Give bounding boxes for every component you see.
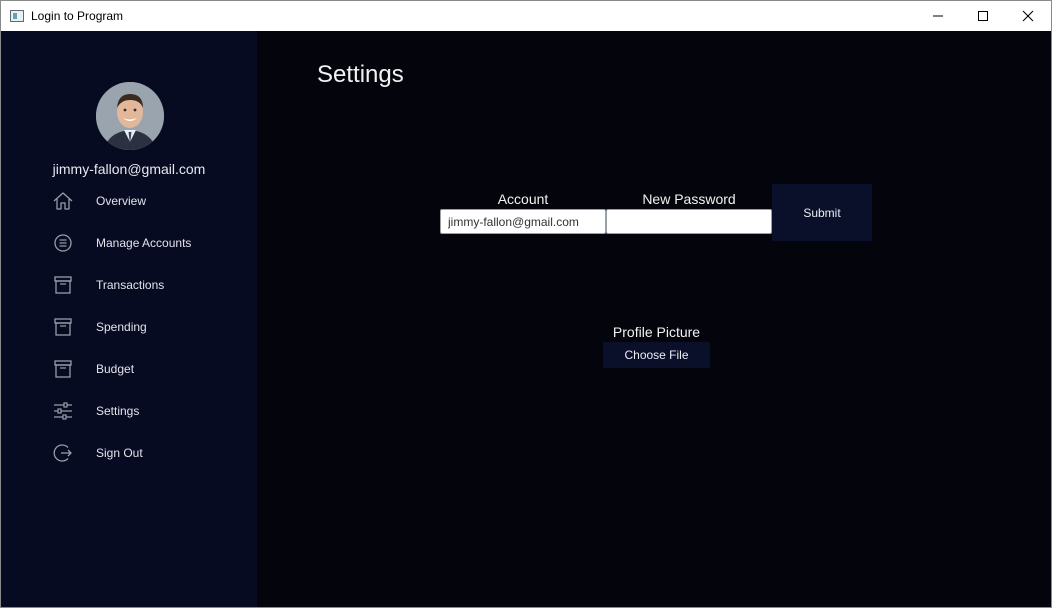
new-password-field[interactable]	[606, 209, 772, 234]
main-content: Settings Account New Password Submit Pro…	[257, 31, 1051, 607]
sidebar-item-label: Overview	[96, 194, 147, 208]
sidebar-item-label: Manage Accounts	[96, 236, 192, 250]
sidebar-item-sign-out[interactable]: Sign Out	[1, 436, 257, 470]
sidebar-item-overview[interactable]: Overview	[1, 184, 257, 218]
user-email: jimmy-fallon@gmail.com	[52, 161, 206, 177]
sidebar-item-budget[interactable]: Budget	[1, 352, 257, 386]
home-icon	[52, 191, 74, 211]
sidebar-item-settings[interactable]: Settings	[1, 394, 257, 428]
sidebar-item-label: Budget	[96, 362, 135, 376]
window-title: Login to Program	[31, 9, 124, 23]
sidebar-item-label: Spending	[96, 320, 147, 334]
sidebar-item-transactions[interactable]: Transactions	[1, 268, 257, 302]
sidebar-item-label: Settings	[96, 404, 140, 418]
profile-picture-label: Profile Picture	[612, 324, 701, 340]
avatar[interactable]	[96, 82, 164, 150]
submit-button[interactable]: Submit	[772, 184, 872, 241]
app-icon	[10, 10, 24, 22]
account-label: Account	[497, 191, 549, 207]
sliders-icon	[52, 401, 74, 421]
archive-icon	[52, 275, 74, 295]
close-button[interactable]	[1005, 1, 1051, 31]
maximize-icon	[977, 10, 989, 22]
list-circle-icon	[52, 233, 74, 253]
title-bar: Login to Program	[1, 1, 1051, 31]
sidebar-item-label: Sign Out	[96, 446, 143, 460]
sidebar-item-spending[interactable]: Spending	[1, 310, 257, 344]
minimize-icon	[932, 10, 944, 22]
sidebar: jimmy-fallon@gmail.com Overview Manage A…	[1, 31, 257, 607]
sidebar-item-manage-accounts[interactable]: Manage Accounts	[1, 226, 257, 260]
choose-file-button[interactable]: Choose File	[603, 342, 710, 368]
archive-icon	[52, 359, 74, 379]
archive-icon	[52, 317, 74, 337]
sidebar-item-label: Transactions	[96, 278, 165, 292]
new-password-label: New Password	[642, 191, 736, 207]
maximize-button[interactable]	[960, 1, 1006, 31]
account-field[interactable]	[440, 209, 606, 234]
app-window: Login to Program jimmy-fallon@gmail.com …	[0, 0, 1052, 608]
minimize-button[interactable]	[915, 1, 961, 31]
sign-out-icon	[52, 443, 74, 463]
close-icon	[1022, 10, 1034, 22]
page-title: Settings	[317, 61, 404, 88]
